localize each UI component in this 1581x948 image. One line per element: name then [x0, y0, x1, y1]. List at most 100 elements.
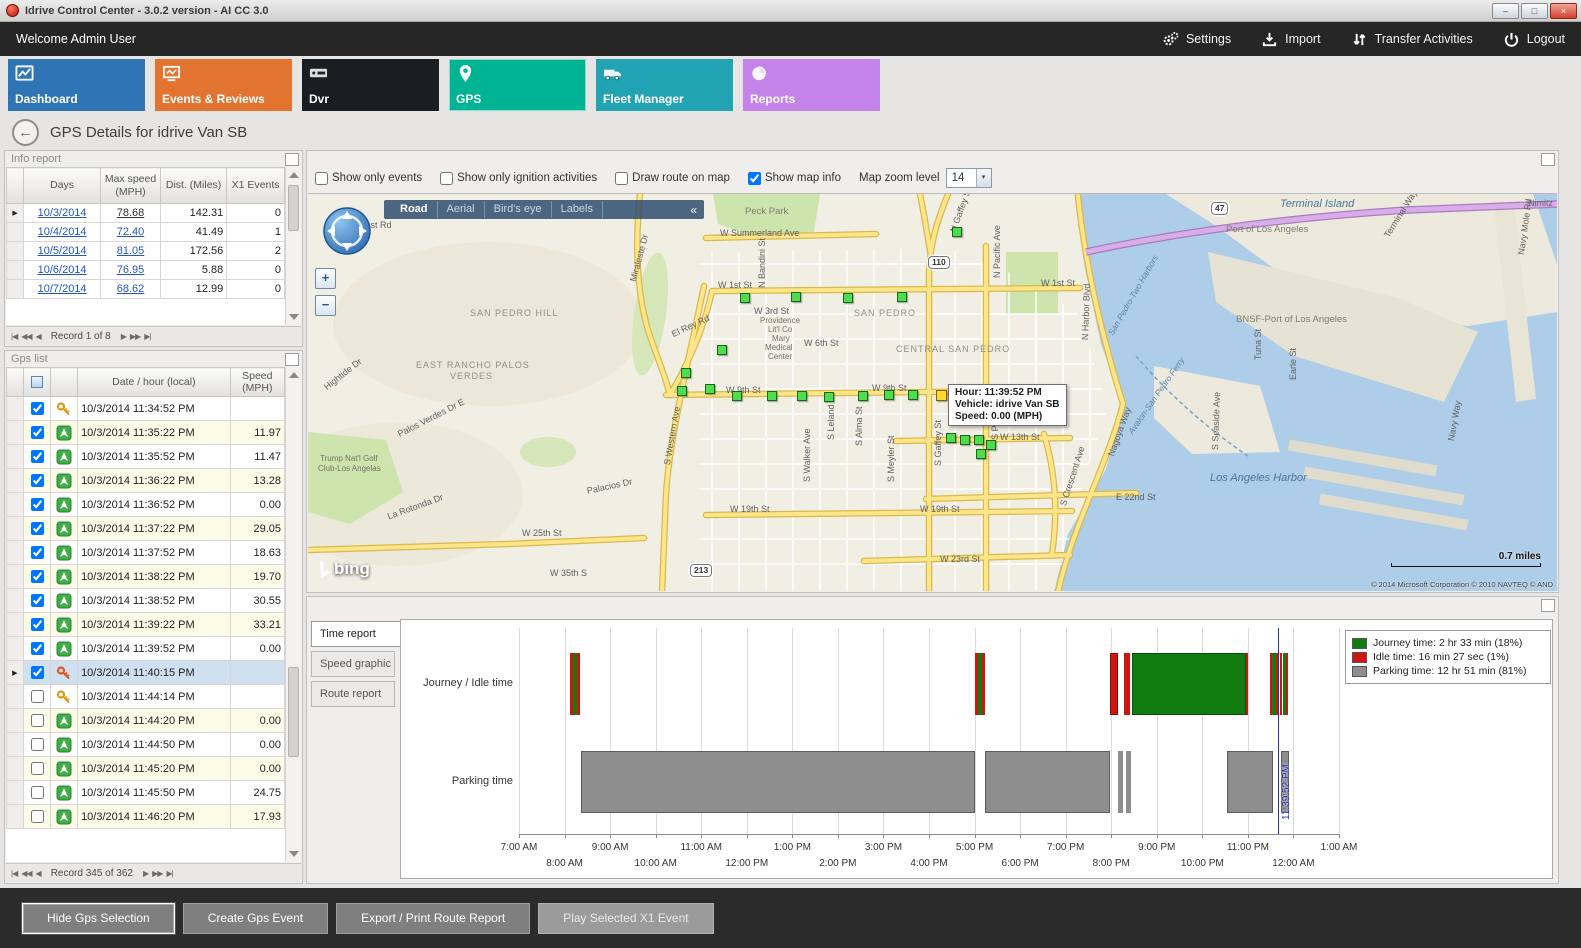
gps-marker[interactable]	[976, 449, 986, 459]
module-tab-dvr[interactable]: Dvr	[302, 59, 439, 111]
gps-list-row[interactable]: 10/3/2014 11:45:50 PM24.75	[7, 781, 285, 805]
gps-marker[interactable]	[717, 345, 727, 355]
pager-button[interactable]: ▶	[121, 332, 126, 341]
gps-point-checkbox[interactable]	[31, 570, 44, 583]
pager-button[interactable]: ▶▶	[152, 869, 162, 878]
settings-button[interactable]: Settings	[1162, 31, 1231, 48]
hide-gps-selection-button[interactable]: Hide Gps Selection	[22, 903, 175, 934]
close-button[interactable]: ×	[1550, 3, 1577, 19]
pager-button[interactable]: ◀◀	[21, 332, 31, 341]
minimize-button[interactable]: –	[1492, 3, 1519, 19]
scroll-down-icon[interactable]	[289, 851, 299, 857]
gps-list-row[interactable]: 10/3/2014 11:36:52 PM0.00	[7, 493, 285, 517]
pager-button[interactable]: ▶|	[166, 869, 172, 878]
scroll-thumb[interactable]	[288, 185, 299, 231]
gps-marker-selected[interactable]	[936, 390, 947, 401]
column-header[interactable]: Speed (MPH)	[230, 368, 284, 397]
gps-marker[interactable]	[858, 391, 868, 401]
option-checkbox[interactable]	[440, 172, 453, 185]
pager-button[interactable]: |◀	[11, 869, 17, 878]
transfer-activities-button[interactable]: Transfer Activities	[1351, 31, 1473, 48]
gps-list-row[interactable]: 10/3/2014 11:39:22 PM33.21	[7, 613, 285, 637]
info-report-collapse-button[interactable]	[285, 153, 299, 166]
info-report-row[interactable]: 10/4/201472.4041.491	[7, 223, 285, 242]
gps-list-scrollbar[interactable]	[285, 367, 301, 862]
gps-point-checkbox[interactable]	[31, 738, 44, 751]
max-speed-link[interactable]: 81.05	[117, 245, 145, 257]
map-panel-collapse-button[interactable]	[1541, 153, 1555, 166]
gps-marker[interactable]	[824, 392, 834, 402]
select-all-checkbox[interactable]	[31, 376, 43, 388]
gps-point-checkbox[interactable]	[31, 498, 44, 511]
gps-list-row[interactable]: 10/3/2014 11:39:52 PM0.00	[7, 637, 285, 661]
max-speed-link[interactable]: 68.62	[117, 283, 145, 295]
day-link[interactable]: 10/4/2014	[38, 226, 87, 238]
gps-marker[interactable]	[797, 391, 807, 401]
gps-marker[interactable]	[791, 292, 801, 302]
gps-marker[interactable]	[843, 293, 853, 303]
gps-marker[interactable]	[740, 293, 750, 303]
option-checkbox[interactable]	[315, 172, 328, 185]
gps-list-row[interactable]: ▶10/3/2014 11:40:15 PM	[7, 661, 285, 685]
report-tab-route-report[interactable]: Route report	[311, 681, 395, 707]
gps-point-checkbox[interactable]	[31, 714, 44, 727]
module-tab-gps[interactable]: GPS	[449, 59, 586, 111]
map-compass-control[interactable]	[322, 206, 372, 256]
pager-button[interactable]: ◀◀	[21, 869, 31, 878]
logout-button[interactable]: Logout	[1503, 31, 1565, 48]
gps-list-row[interactable]: 10/3/2014 11:37:52 PM18.63	[7, 541, 285, 565]
gps-point-checkbox[interactable]	[31, 762, 44, 775]
gps-point-checkbox[interactable]	[31, 522, 44, 535]
map-style-aerial[interactable]: Aerial	[438, 201, 485, 218]
map-style-road[interactable]: Road	[391, 201, 438, 218]
day-link[interactable]: 10/6/2014	[38, 264, 87, 276]
gps-marker[interactable]	[767, 391, 777, 401]
pager-button[interactable]: ◀	[36, 869, 41, 878]
gps-list-row[interactable]: 10/3/2014 11:37:22 PM29.05	[7, 517, 285, 541]
pager-button[interactable]: ◀	[36, 332, 41, 341]
map-toolbar-collapse-icon[interactable]: «	[690, 203, 697, 217]
gps-marker[interactable]	[732, 391, 742, 401]
maximize-button[interactable]: □	[1521, 3, 1548, 19]
column-header[interactable]: X1 Events	[227, 168, 285, 204]
module-tab-events-reviews[interactable]: Events & Reviews	[155, 59, 292, 111]
report-tab-time-report[interactable]: Time report	[311, 621, 401, 647]
scroll-down-icon[interactable]	[289, 314, 299, 320]
gps-point-checkbox[interactable]	[31, 474, 44, 487]
gps-marker[interactable]	[960, 435, 970, 445]
map-canvas[interactable]: Peck ParkCrest RdW Summerland AveMirales…	[308, 193, 1557, 591]
module-tab-reports[interactable]: Reports	[743, 59, 880, 111]
column-header[interactable]: Days	[24, 168, 101, 204]
info-report-row[interactable]: ▶10/3/201478.68142.310	[7, 204, 285, 223]
map-style-labels[interactable]: Labels	[552, 201, 603, 218]
gps-point-checkbox[interactable]	[31, 594, 44, 607]
gps-point-checkbox[interactable]	[31, 642, 44, 655]
info-report-row[interactable]: 10/5/201481.05172.562	[7, 242, 285, 261]
map-zoom-in-button[interactable]: +	[315, 268, 336, 289]
back-button[interactable]: ←	[12, 119, 39, 146]
gps-point-checkbox[interactable]	[31, 450, 44, 463]
gps-list-row[interactable]: 10/3/2014 11:36:22 PM13.28	[7, 469, 285, 493]
gps-point-checkbox[interactable]	[31, 666, 44, 679]
map-option-show-map-info[interactable]: Show map info	[748, 172, 841, 185]
column-header[interactable]: Dist. (Miles)	[160, 168, 226, 204]
gps-point-checkbox[interactable]	[31, 618, 44, 631]
module-tab-fleet-manager[interactable]: Fleet Manager	[596, 59, 733, 111]
day-link[interactable]: 10/3/2014	[38, 207, 87, 219]
map-option-show-only-ignition-activities[interactable]: Show only ignition activities	[440, 172, 597, 185]
map-zoom-select[interactable]: 14▾	[946, 168, 992, 188]
info-report-scrollbar[interactable]	[285, 167, 301, 325]
create-gps-event-button[interactable]: Create Gps Event	[183, 903, 328, 934]
pager-button[interactable]: |◀	[11, 332, 17, 341]
chevron-down-icon[interactable]: ▾	[976, 169, 991, 187]
gps-point-checkbox[interactable]	[31, 426, 44, 439]
gps-marker[interactable]	[897, 292, 907, 302]
export-print-route-report-button[interactable]: Export / Print Route Report	[336, 903, 530, 934]
info-report-row[interactable]: 10/6/201476.955.880	[7, 261, 285, 280]
gps-list-row[interactable]: 10/3/2014 11:45:20 PM0.00	[7, 757, 285, 781]
scroll-up-icon[interactable]	[289, 172, 299, 178]
day-link[interactable]: 10/7/2014	[38, 283, 87, 295]
pager-button[interactable]: ▶	[143, 869, 148, 878]
gps-marker[interactable]	[974, 435, 984, 445]
gps-point-checkbox[interactable]	[31, 690, 44, 703]
